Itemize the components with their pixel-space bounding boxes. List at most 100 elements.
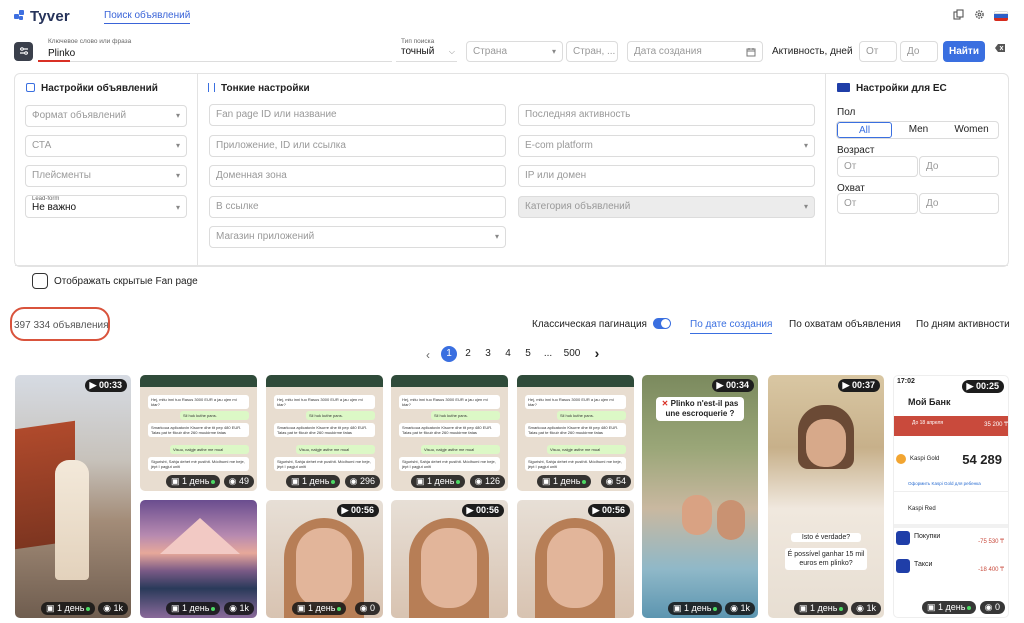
hidden-fanpage-checkbox[interactable] — [32, 273, 48, 289]
chevron-down-icon: ▾ — [494, 232, 499, 241]
eu-flag-icon — [837, 83, 850, 92]
kaspi-red-label: Kaspi Red — [908, 506, 936, 512]
activity-to-input[interactable]: До — [900, 41, 938, 62]
bank-title: Мой Банк — [908, 397, 951, 407]
search-type-select[interactable]: Тип поиска точный ⌵ — [396, 38, 457, 62]
chat-message: Sil huk kuthe pans. — [431, 411, 500, 420]
days-badge: ▣ 1 день — [41, 602, 96, 615]
ad-card[interactable]: 17:02 Мой Банк До 18 апреля 35 200 ₸ Kas… — [893, 375, 1009, 618]
keyword-field[interactable]: Ключевое слово или фраза — [40, 38, 392, 62]
sort-by-activity-days[interactable]: По дням активности — [916, 319, 1010, 330]
domain-zone-input[interactable]: Доменная зона — [209, 165, 506, 187]
duration-badge: ▶ 00:56 — [336, 504, 379, 517]
fan-page-input[interactable]: Fan page ID или название — [209, 104, 506, 126]
chevron-down-icon: ▾ — [803, 141, 808, 150]
created-date-input[interactable]: Дата создания — [627, 41, 763, 62]
gear-icon[interactable] — [973, 9, 985, 21]
ad-card[interactable]: ▶ 00:33 ▣ 1 день ◉ 1k — [15, 375, 131, 618]
ad-card[interactable]: ▶ 00:56 ▣ 1 день ◉ 0 — [266, 500, 383, 618]
prev-page-icon[interactable]: ‹ — [421, 348, 435, 362]
ad-card[interactable]: Hej, mitu inni tuo Rasus 3000 EUR a jau … — [391, 375, 508, 491]
filters-toggle-button[interactable] — [14, 42, 33, 61]
last-activity-input[interactable]: Последняя активность — [518, 104, 815, 126]
brand-logo[interactable]: Tyver — [14, 8, 70, 25]
page-3[interactable]: 3 — [481, 348, 495, 359]
chat-message: Hej, mitu inni tuo Rasus 3000 EUR a jau … — [274, 395, 375, 409]
classic-pagination-toggle[interactable] — [653, 318, 671, 329]
country-select[interactable]: Страна ▾ — [466, 41, 563, 62]
in-link-input[interactable]: В ссылке — [209, 196, 506, 218]
ad-card[interactable]: Hej, mitu inni tuo Rasus 3000 EUR a jau … — [266, 375, 383, 491]
page-ellipsis: ... — [543, 348, 553, 359]
sort-by-reach[interactable]: По охватам объявления — [789, 319, 901, 330]
chat-message: Sil huk kuthe pans. — [557, 411, 626, 420]
classic-pagination-label: Классическая пагинация — [532, 319, 647, 330]
window-icon — [26, 83, 35, 92]
page-2[interactable]: 2 — [461, 348, 475, 359]
duration-badge: ▶ 00:56 — [461, 504, 504, 517]
views-badge: ◉ 1k — [98, 602, 128, 615]
app-store-select[interactable]: Магазин приложений ▾ — [209, 226, 506, 248]
views-badge: ◉ 0 — [979, 601, 1005, 614]
chevron-down-icon: ▾ — [175, 141, 180, 150]
chevron-down-icon: ▾ — [175, 171, 180, 180]
nav-search-ads[interactable]: Поиск объявлений — [104, 10, 191, 24]
ad-format-select[interactable]: Формат объявлений ▾ — [25, 105, 187, 127]
chevron-down-icon: ▾ — [175, 203, 180, 212]
chat-header — [391, 375, 508, 387]
next-page-icon[interactable]: › — [590, 345, 604, 361]
logo-icon — [14, 10, 26, 22]
duration-badge: ▶ 00:33 — [84, 379, 127, 392]
sort-by-date[interactable]: По дате создания — [690, 319, 773, 334]
chevron-down-icon: ▾ — [175, 111, 180, 120]
clear-icon[interactable] — [995, 43, 1006, 56]
chat-message: Hej, mitu inni tuo Rasus 3000 EUR a jau … — [148, 395, 249, 409]
ad-settings-title: Настройки объявлений — [26, 83, 158, 94]
divider — [15, 265, 1008, 266]
ad-card[interactable]: ▶ 00:56 — [517, 500, 634, 618]
days-badge: ▣ 1 день — [537, 475, 592, 488]
country-multi-select[interactable]: Стран, ... — [566, 41, 618, 62]
ad-card[interactable]: ▣ 1 день ◉ 1k — [140, 500, 257, 618]
page-500[interactable]: 500 — [561, 348, 583, 359]
person-figure — [55, 460, 89, 580]
face-shape — [547, 528, 603, 608]
ip-domain-input[interactable]: IP или домен — [518, 165, 815, 187]
ecom-platform-select[interactable]: E-com platform ▾ — [518, 135, 815, 157]
category-select[interactable]: Категория объявлений ▾ — [518, 196, 815, 218]
chat-message: Smarkoua aplicatovin Kisurre dhe tit pep… — [399, 423, 500, 437]
chat-message: Sigurisht, Sahja dehet mè pusthit. Mòdhu… — [399, 457, 500, 471]
ad-card[interactable]: Isto é verdade? É possível ganhar 15 mil… — [768, 375, 884, 618]
duration-badge: ▶ 00:25 — [961, 380, 1004, 393]
activity-label: Активность, дней — [772, 46, 853, 57]
app-input[interactable]: Приложение, ID или ссылка — [209, 135, 506, 157]
find-button[interactable]: Найти — [943, 41, 985, 62]
leadform-select[interactable]: Lead-form Не важно ▾ — [25, 195, 187, 218]
gender-men-option[interactable]: Men — [892, 122, 945, 138]
chevron-down-icon: ▾ — [551, 47, 556, 56]
page-5[interactable]: 5 — [521, 348, 535, 359]
cta-select[interactable]: СТА ▾ — [25, 135, 187, 157]
cart-icon — [896, 531, 910, 545]
copy-icon[interactable] — [952, 9, 964, 21]
reach-from-input[interactable]: От — [837, 193, 918, 214]
divider — [197, 74, 198, 266]
reach-to-input[interactable]: До — [919, 193, 999, 214]
placements-select[interactable]: Плейсменты ▾ — [25, 165, 187, 187]
ad-card[interactable]: Hej, mitu inni tuo Rasus 3000 EUR a jau … — [517, 375, 634, 491]
keyword-label: Ключевое слово или фраза — [48, 38, 132, 45]
keyword-input[interactable]: Plinko — [48, 48, 75, 59]
page-1[interactable]: 1 — [441, 346, 457, 362]
flag-ru-icon[interactable] — [994, 11, 1008, 21]
ad-card[interactable]: Hej, mitu inni tuo Rasus 3000 EUR a jau … — [140, 375, 257, 491]
chat-message: Visuu, nalgje asthe me mua! — [421, 445, 500, 454]
age-from-input[interactable]: От — [837, 156, 918, 177]
ad-card[interactable]: ✕ Plinko n'est-il pas une escroquerie ? … — [642, 375, 758, 618]
gender-women-option[interactable]: Women — [945, 122, 998, 138]
ad-card[interactable]: ▶ 00:56 — [391, 500, 508, 618]
page-4[interactable]: 4 — [501, 348, 515, 359]
days-badge: ▣ 1 день — [286, 475, 341, 488]
age-to-input[interactable]: До — [919, 156, 999, 177]
gender-all-option[interactable]: All — [837, 122, 892, 138]
activity-from-input[interactable]: От — [859, 41, 897, 62]
